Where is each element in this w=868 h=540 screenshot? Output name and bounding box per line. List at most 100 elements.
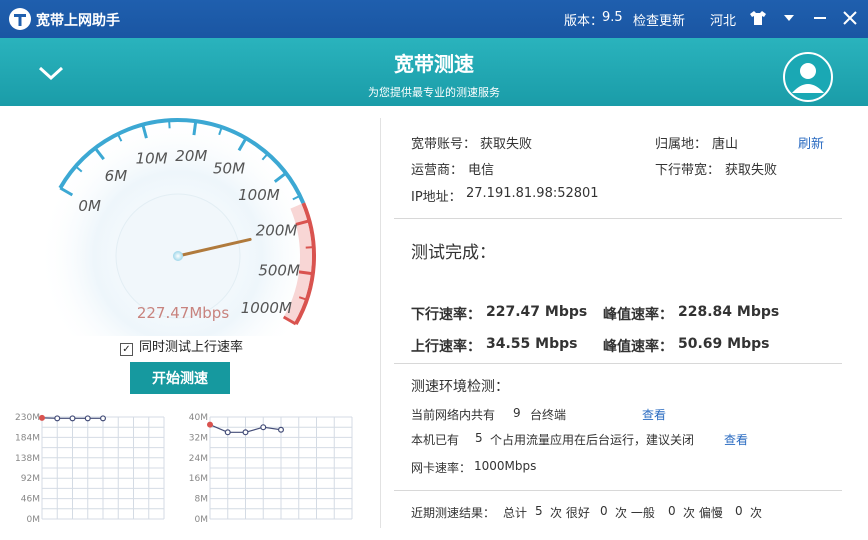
upload-peak-label: 峰值速率： [603, 339, 673, 355]
view-apps-link[interactable]: 查看 [724, 431, 748, 448]
chart-y-tick-label: 230M [15, 413, 40, 423]
chart-y-tick-label: 32M [189, 433, 208, 443]
history-total: 5 [535, 504, 543, 518]
background-apps-count: 5 [475, 431, 483, 445]
background-apps-prefix: 本机已有 [411, 433, 460, 447]
chart-data-point [242, 429, 249, 436]
gauge-speed-readout: 227.47Mbps [137, 304, 229, 322]
history-normal-label: 次 一般 [615, 506, 655, 520]
history-slow-label: 次 偏慢 [683, 506, 723, 520]
chart-y-tick-label: 0M [195, 515, 209, 525]
check-update-link[interactable]: 检查更新 [633, 10, 685, 29]
chart-data-point [260, 424, 267, 431]
gauge-minor-tick [305, 246, 314, 249]
chart-y-tick-label: 40M [189, 413, 208, 423]
view-terminals-link[interactable]: 查看 [642, 406, 666, 423]
history-total-label: 总计 [503, 506, 528, 520]
speed-gauge: 0M6M 10M 20M 50M 100M 200M 500M 1000M 227.47Mbp… [38, 116, 318, 336]
upload-test-checkbox[interactable]: ✓ 同时测试上行速率 [120, 336, 243, 356]
gauge-tick [298, 270, 314, 276]
account-value: 获取失败 [480, 137, 533, 152]
account-label: 宽带账号： [411, 137, 477, 152]
download-speed-label: 下行速率： [411, 307, 481, 323]
gauge-scale-label: 100M [238, 186, 280, 204]
background-apps-suffix: 个占用流量应用在后台运行，建议关闭 [490, 433, 695, 447]
chart-y-tick-label: 16M [189, 474, 208, 484]
history-normal: 0 [668, 504, 676, 518]
gauge-scale-label: 50M [213, 160, 245, 178]
upload-history-chart: 40M 32M 24M 16M 8M 0M [189, 413, 353, 525]
bandwidth-value: 获取失败 [725, 163, 778, 178]
chart-data-point [69, 415, 76, 422]
nic-speed-label: 网卡速率： [411, 461, 472, 475]
ip-label: IP地址： [411, 190, 462, 205]
location-label: 归属地： [655, 137, 708, 152]
app-logo-icon [9, 8, 31, 30]
chart-data-point [277, 426, 284, 433]
history-slow: 0 [735, 504, 743, 518]
chart-y-tick-label: 24M [189, 454, 208, 464]
close-icon[interactable] [843, 11, 857, 25]
chart-data-point [206, 421, 213, 428]
version-number: 9.5 [602, 10, 623, 25]
terminal-count: 9 [513, 406, 521, 420]
chart-y-tick-label: 46M [21, 495, 40, 505]
env-title: 测速环境检测： [411, 379, 509, 395]
result-title: 测试完成： [411, 243, 496, 263]
menu-dropdown-icon[interactable] [783, 13, 795, 23]
terminal-count-prefix: 当前网络内共有 [411, 408, 496, 422]
upload-speed-label: 上行速率： [411, 339, 481, 355]
skin-shirt-icon[interactable] [749, 10, 767, 26]
start-test-button[interactable]: 开始测速 [130, 362, 230, 394]
page-subtitle: 为您提供最专业的测速服务 [368, 86, 500, 99]
history-good: 0 [600, 504, 608, 518]
gauge-scale-label: 6M [105, 167, 128, 185]
gauge-hub [173, 251, 183, 261]
region-selector[interactable]: 河北 [710, 10, 736, 29]
bandwidth-label: 下行带宽： [655, 163, 721, 178]
chart-data-point [84, 415, 91, 422]
section-divider [394, 490, 842, 491]
chart-y-tick-label: 184M [15, 433, 40, 443]
chart-y-tick-label: 0M [27, 515, 41, 525]
upload-peak-value: 50.69 Mbps [678, 336, 770, 352]
version-label: 版本： [564, 14, 604, 29]
gauge-scale-label: 0M [78, 197, 101, 215]
isp-value: 电信 [468, 163, 495, 178]
isp-label: 运营商： [411, 163, 464, 178]
download-peak-label: 峰值速率： [603, 307, 673, 323]
history-label: 近期测速结果： [411, 506, 496, 520]
section-divider [394, 218, 842, 219]
download-peak-value: 228.84 Mbps [678, 304, 780, 320]
section-divider [394, 363, 842, 364]
chart-y-tick-label: 92M [21, 474, 40, 484]
history-good-label: 次 很好 [550, 506, 590, 520]
gauge-scale-label: 20M [175, 147, 207, 165]
chart-data-point [38, 414, 45, 421]
chart-data-point [99, 415, 106, 422]
app-title: 宽带上网助手 [36, 13, 120, 29]
download-history-chart: 230M 184M 138M 92M 46M 0M [15, 413, 165, 525]
chart-y-tick-label: 138M [15, 454, 40, 464]
gauge-minor-tick [168, 120, 171, 129]
terminal-count-suffix: 台终端 [530, 408, 567, 422]
gauge-tick [192, 120, 198, 136]
gauge-scale-label: 500M [258, 261, 300, 279]
page-header: 宽带测速 为您提供最专业的测速服务 [0, 38, 868, 106]
download-speed-value: 227.47 Mbps [486, 304, 588, 320]
refresh-link[interactable]: 刷新 [798, 133, 824, 152]
user-avatar-icon[interactable] [782, 51, 834, 103]
gauge-scale-label: 1000M [241, 299, 292, 317]
upload-test-label: 同时测试上行速率 [139, 340, 244, 355]
nic-speed-value: 1000Mbps [474, 459, 537, 473]
minimize-icon[interactable] [814, 17, 826, 21]
chart-data-point [54, 415, 61, 422]
gauge-scale-label: 10M [136, 149, 168, 167]
history-unit: 次 [750, 506, 763, 520]
upload-speed-value: 34.55 Mbps [486, 336, 578, 352]
info-panel: 宽带账号： 获取失败 归属地： 唐山 刷新 运营商： 电信 下行带宽： 获取失败… [380, 118, 868, 540]
chart-y-tick-label: 8M [195, 495, 209, 505]
checkbox-icon[interactable]: ✓ [120, 343, 133, 356]
chart-data-point [224, 429, 231, 436]
ip-value: 27.191.81.98:52801 [466, 186, 599, 201]
